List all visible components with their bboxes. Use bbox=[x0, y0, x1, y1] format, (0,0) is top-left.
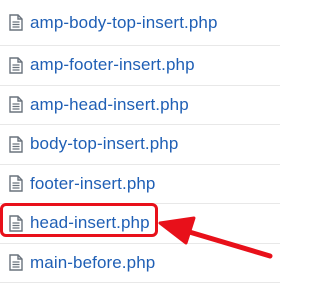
file-link[interactable]: amp-footer-insert.php bbox=[30, 55, 195, 75]
file-link[interactable]: head-insert.php bbox=[30, 213, 150, 233]
file-icon bbox=[7, 95, 24, 114]
file-icon bbox=[7, 56, 24, 75]
file-row-head-insert[interactable]: head-insert.php bbox=[0, 204, 280, 244]
file-row-main-before[interactable]: main-before.php bbox=[0, 244, 280, 283]
file-icon bbox=[7, 135, 24, 154]
file-row-amp-footer-insert[interactable]: amp-footer-insert.php bbox=[0, 46, 280, 86]
file-link[interactable]: body-top-insert.php bbox=[30, 134, 178, 154]
file-link[interactable]: amp-head-insert.php bbox=[30, 95, 189, 115]
file-icon bbox=[7, 214, 24, 233]
file-icon bbox=[7, 13, 24, 32]
file-list: amp-body-top-insert.php amp-footer-inser… bbox=[0, 0, 280, 283]
file-link[interactable]: amp-body-top-insert.php bbox=[30, 13, 218, 33]
file-row-footer-insert[interactable]: footer-insert.php bbox=[0, 165, 280, 204]
file-icon bbox=[7, 174, 24, 193]
file-link[interactable]: footer-insert.php bbox=[30, 174, 156, 194]
file-row-body-top-insert[interactable]: body-top-insert.php bbox=[0, 125, 280, 165]
file-link[interactable]: main-before.php bbox=[30, 253, 155, 273]
file-row-amp-body-top-insert[interactable]: amp-body-top-insert.php bbox=[0, 0, 280, 46]
file-icon bbox=[7, 253, 24, 272]
file-row-amp-head-insert[interactable]: amp-head-insert.php bbox=[0, 86, 280, 125]
